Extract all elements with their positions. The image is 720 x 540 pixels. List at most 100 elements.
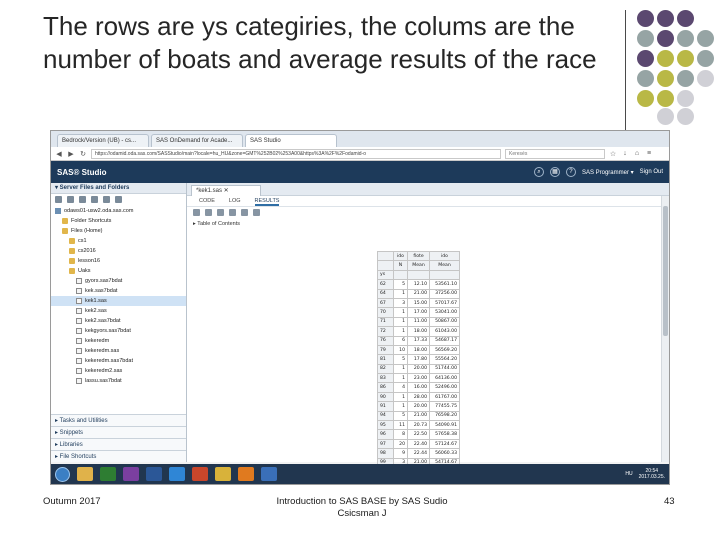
table-cell: 52496.00: [429, 382, 460, 393]
tree-item[interactable]: odaws01-usw2.oda.sas.com: [51, 206, 186, 216]
table-cell: 91: [377, 401, 394, 412]
tree-item[interactable]: cs1: [51, 236, 186, 246]
star-icon[interactable]: ☆: [609, 150, 617, 158]
browser-search-field[interactable]: Keresés: [505, 148, 605, 159]
properties-icon[interactable]: [115, 196, 122, 203]
decor-dot: [637, 70, 654, 87]
signout-button[interactable]: Sign Out: [640, 169, 663, 175]
download-html-icon[interactable]: [205, 209, 212, 216]
browser-tab[interactable]: SAS Studio: [245, 134, 337, 147]
table-header: fiote: [407, 250, 430, 262]
explorer-icon[interactable]: [77, 467, 93, 481]
tree-item[interactable]: gyors.sas7bdat: [51, 276, 186, 286]
sas-brand: SAS® Studio: [57, 167, 107, 177]
grid-icon[interactable]: ▦: [549, 167, 560, 177]
forward-icon[interactable]: ▶: [67, 150, 75, 158]
windows-taskbar: HU 20:54 2017.03.25.: [51, 464, 669, 484]
tree-item[interactable]: kekeredm.sas: [51, 346, 186, 356]
decor-dot: [677, 50, 694, 67]
tree-item[interactable]: lassu.sas7bdat: [51, 376, 186, 386]
upload-icon[interactable]: [67, 196, 74, 203]
section-tasks[interactable]: ▸ Tasks and Utilities: [51, 414, 186, 426]
back-icon[interactable]: ◀: [55, 150, 63, 158]
table-cell: 20: [393, 438, 408, 450]
url-field[interactable]: https://odamid.oda.sas.com/SASStudio/mai…: [91, 148, 501, 159]
firefox-icon[interactable]: [238, 467, 254, 481]
start-button-icon[interactable]: [55, 466, 70, 482]
browser-tab[interactable]: SAS OnDemand for Acade...: [151, 134, 243, 147]
server-files-header[interactable]: ▾ Server Files and Folders: [51, 183, 186, 194]
table-cell: 76598.20: [429, 410, 460, 422]
email-icon[interactable]: [253, 209, 260, 216]
tree-item[interactable]: Folder Shortcuts: [51, 216, 186, 226]
download-pdf-icon[interactable]: [217, 209, 224, 216]
chrome-icon[interactable]: [215, 467, 231, 481]
tree-item[interactable]: kek2.sas7bdat: [51, 316, 186, 326]
section-libraries[interactable]: ▸ Libraries: [51, 438, 186, 450]
onenote-icon[interactable]: [123, 467, 139, 481]
tab-results[interactable]: RESULTS: [254, 196, 280, 206]
tree-item-label: lassu.sas7bdat: [85, 378, 122, 384]
ie-icon[interactable]: [169, 467, 185, 481]
download-icon[interactable]: [79, 196, 86, 203]
browser-tab[interactable]: Bedrock/Version (UB) - cs...: [57, 134, 149, 147]
tree-item-label: Folder Shortcuts: [71, 218, 112, 224]
table-cell: 94: [377, 410, 394, 422]
tab-code[interactable]: CODE: [199, 196, 215, 206]
reload-icon[interactable]: ↻: [79, 150, 87, 158]
table-cell: 82: [377, 363, 394, 375]
page-number: 43: [664, 496, 675, 507]
results-scrollbar[interactable]: [661, 196, 669, 462]
search-icon[interactable]: ⌕: [533, 167, 544, 177]
table-cell: 53561.10: [429, 279, 460, 290]
tree-item[interactable]: Uaks: [51, 266, 186, 276]
new-file-icon[interactable]: [55, 196, 62, 203]
download-rtf-icon[interactable]: [229, 209, 236, 216]
scroll-thumb[interactable]: [663, 206, 668, 336]
section-snippets[interactable]: ▸ Snippets: [51, 426, 186, 438]
file-icon: [76, 368, 82, 374]
clock[interactable]: 20:54 2017.03.25.: [639, 468, 665, 480]
language-indicator[interactable]: HU: [625, 471, 632, 477]
tree-item[interactable]: cs2016: [51, 246, 186, 256]
tree-item-label: kek.sas7bdat: [85, 288, 118, 294]
decor-dot: [657, 70, 674, 87]
menu-icon[interactable]: ≡: [645, 150, 653, 157]
table-of-contents[interactable]: ▸ Table of Contents: [187, 219, 669, 229]
tree-item[interactable]: kekeredm2.sas: [51, 366, 186, 376]
print-icon[interactable]: [241, 209, 248, 216]
refresh-icon[interactable]: [103, 196, 110, 203]
tree-item[interactable]: kek1.sas: [51, 296, 186, 306]
decor-dot: [637, 90, 654, 107]
powerpoint-icon[interactable]: [192, 467, 208, 481]
tree-item-label: cs2016: [78, 248, 96, 254]
table-row: 86 4 16.00 52496.00: [377, 382, 460, 393]
tree-item[interactable]: kekeredm.sas7bdat: [51, 356, 186, 366]
tree-item[interactable]: Files (Home): [51, 226, 186, 236]
section-file-shortcuts[interactable]: ▸ File Shortcuts: [51, 450, 186, 462]
table-cell: 10: [393, 344, 408, 356]
word-icon[interactable]: [146, 467, 162, 481]
download-icon[interactable]: ↓: [621, 150, 629, 157]
table-header: Mean: [407, 260, 430, 271]
tree-item[interactable]: kekeredm: [51, 336, 186, 346]
help-icon[interactable]: ?: [565, 167, 576, 177]
home-icon[interactable]: ⌂: [633, 150, 641, 157]
word-doc-icon[interactable]: [261, 467, 277, 481]
tree-item[interactable]: kek2.sas: [51, 306, 186, 316]
clock-date: 2017.03.25.: [638, 474, 665, 480]
programmer-menu[interactable]: SAS Programmer ▾: [582, 169, 634, 176]
decor-dot: [677, 70, 694, 87]
table-cell: 8: [393, 429, 408, 440]
excel-icon[interactable]: [100, 467, 116, 481]
table-header: [377, 260, 394, 271]
tab-log[interactable]: LOG: [229, 196, 241, 206]
delete-icon[interactable]: [91, 196, 98, 203]
document-tab[interactable]: *kek1.sas ✕: [191, 185, 261, 196]
open-html-icon[interactable]: [193, 209, 200, 216]
tree-item[interactable]: kek.sas7bdat: [51, 286, 186, 296]
tree-item[interactable]: lesson16: [51, 256, 186, 266]
table-row: 98 9 22.44 56060.33: [377, 448, 460, 459]
table-cell: 6: [393, 335, 408, 346]
tree-item[interactable]: kekgyors.sas7bdat: [51, 326, 186, 336]
